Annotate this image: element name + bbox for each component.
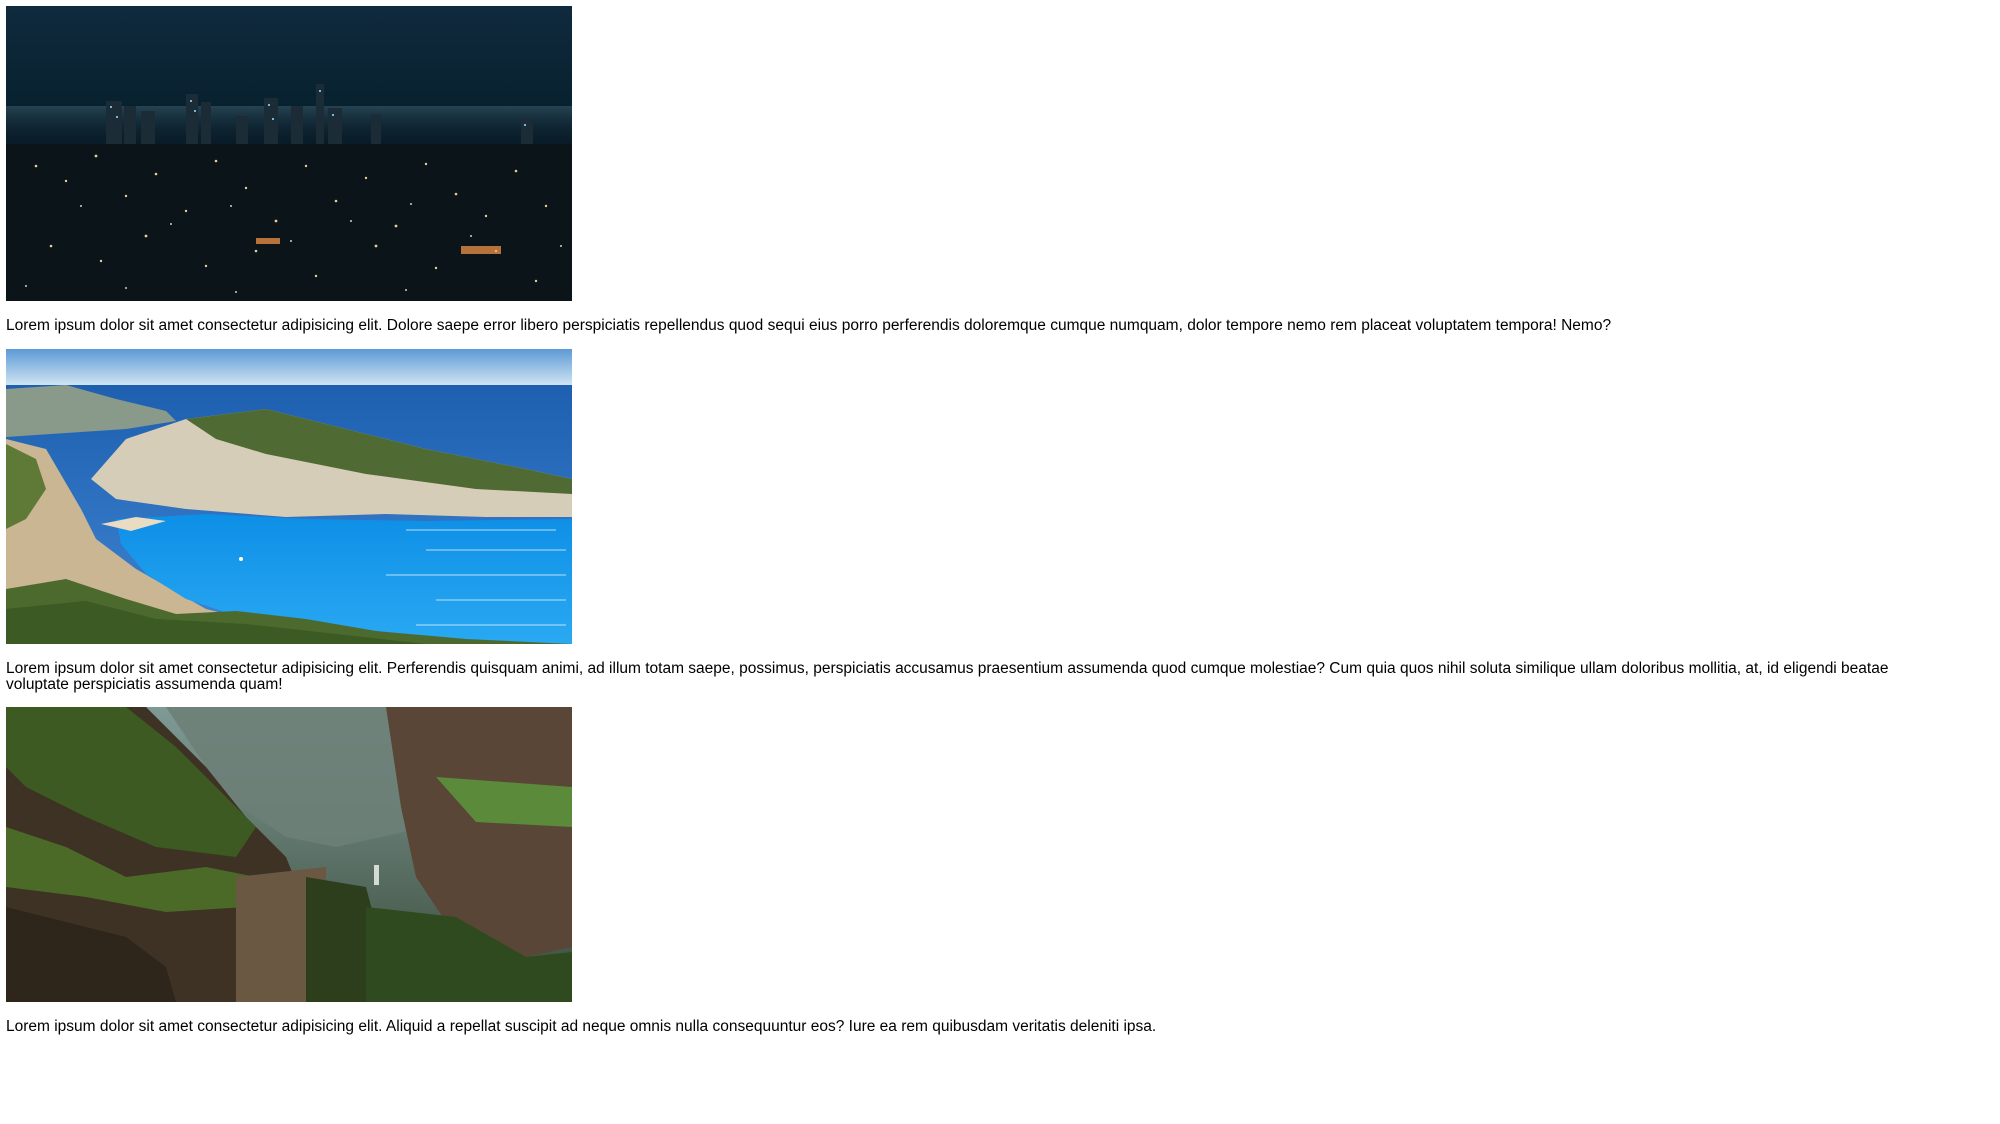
city-skyline-night-photo — [6, 6, 572, 301]
post-caption: Lorem ipsum dolor sit amet consectetur a… — [6, 660, 1889, 693]
image-caption-feed: Lorem ipsum dolor sit amet consectetur a… — [6, 6, 1966, 1035]
post-entry: Lorem ipsum dolor sit amet consectetur a… — [6, 707, 1966, 1035]
green-canyon-photo — [6, 707, 572, 1002]
coastal-bay-cliff-photo — [6, 349, 572, 644]
post-entry: Lorem ipsum dolor sit amet consectetur a… — [6, 349, 1966, 693]
post-caption: Lorem ipsum dolor sit amet consectetur a… — [6, 317, 1612, 334]
post-caption: Lorem ipsum dolor sit amet consectetur a… — [6, 1018, 1157, 1035]
post-entry: Lorem ipsum dolor sit amet consectetur a… — [6, 6, 1966, 334]
